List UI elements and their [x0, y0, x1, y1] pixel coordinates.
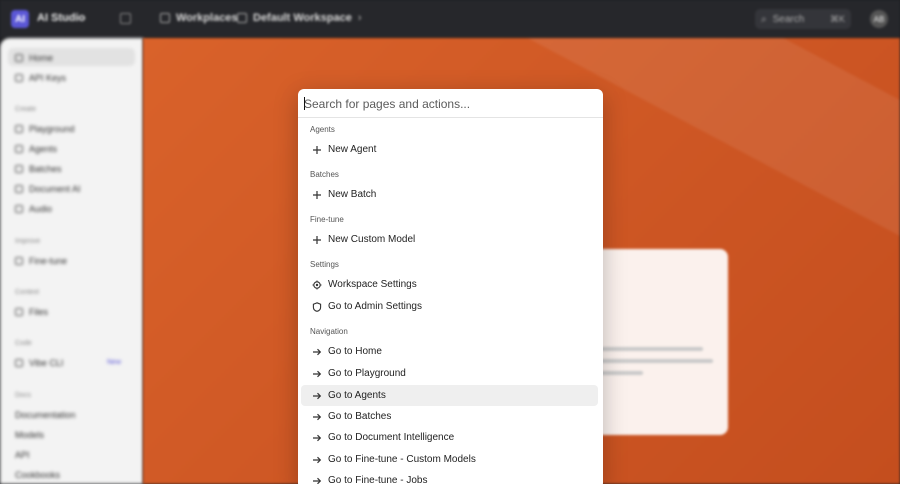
palette-item-go-document-intelligence[interactable]: Go to Document Intelligence — [301, 427, 598, 448]
document-icon — [15, 185, 23, 193]
workplaces-link[interactable]: Workplaces — [160, 12, 238, 24]
sidebar-item-home[interactable]: Home — [15, 53, 53, 63]
app-logo[interactable]: AI — [11, 10, 29, 28]
arrow-right-icon — [310, 453, 323, 466]
home-icon — [15, 54, 23, 62]
group-head-agents: Agents — [310, 125, 335, 134]
search-icon: ⌕ — [761, 13, 767, 25]
avatar[interactable]: AB — [870, 10, 888, 28]
audio-icon — [15, 205, 23, 213]
sidebar-item-models[interactable]: Models — [15, 430, 44, 440]
chevron-right-icon: › — [357, 12, 362, 24]
palette-search-bar — [298, 89, 603, 118]
command-palette: Agents New Agent Batches New Batch Fine-… — [298, 89, 603, 484]
group-head-batches: Batches — [310, 170, 339, 179]
sidebar-item-vibe-cli[interactable]: Vibe CLI — [15, 358, 63, 368]
sidebar-item-api-keys[interactable]: API Keys — [15, 73, 66, 83]
agent-icon — [15, 145, 23, 153]
shortcut-hint: ⌘K — [829, 13, 845, 24]
sidebar-item-document-ai[interactable]: Document AI — [15, 184, 81, 194]
palette-item-go-playground[interactable]: Go to Playground — [301, 363, 598, 384]
key-icon — [15, 74, 23, 82]
palette-item-go-fine-tune-jobs[interactable]: Go to Fine-tune - Jobs — [301, 470, 598, 484]
palette-item-new-agent[interactable]: New Agent — [301, 139, 598, 160]
new-badge: New — [107, 359, 122, 366]
sidebar-section-docs: Docs — [15, 392, 31, 399]
arrow-right-icon — [310, 367, 323, 380]
group-head-settings: Settings — [310, 260, 339, 269]
sidebar-section-code: Code — [15, 340, 32, 347]
palette-item-go-batches[interactable]: Go to Batches — [301, 406, 598, 427]
sidebar-item-documentation[interactable]: Documentation — [15, 410, 76, 420]
plus-icon — [310, 233, 323, 246]
sidebar-item-batches[interactable]: Batches — [15, 164, 62, 174]
chevron-down-icon[interactable]: ⌄ — [80, 12, 88, 23]
sidebar-item-playground[interactable]: Playground — [15, 124, 75, 134]
sidebar-section-improve: Improve — [15, 238, 41, 245]
sidebar-item-api[interactable]: API — [15, 450, 30, 460]
arrow-right-icon — [310, 431, 323, 444]
group-head-fine-tune: Fine-tune — [310, 215, 344, 224]
sidebar: Home API Keys Create Playground Agents B… — [0, 38, 143, 484]
playground-icon — [15, 125, 23, 133]
palette-item-go-home[interactable]: Go to Home — [301, 341, 598, 362]
terminal-icon — [15, 359, 23, 367]
group-head-navigation: Navigation — [310, 327, 348, 336]
sidebar-item-cookbooks[interactable]: Cookbooks — [15, 470, 60, 480]
top-bar: AI AI Studio ⌄ Workplaces Default Worksp… — [0, 0, 900, 38]
global-search-button[interactable]: ⌕ Search ⌘K — [755, 9, 851, 29]
brand-name[interactable]: AI Studio — [37, 12, 85, 24]
plus-icon — [310, 143, 323, 156]
grid-icon — [160, 13, 170, 23]
batch-icon — [15, 165, 23, 173]
arrow-right-icon — [310, 410, 323, 423]
sidebar-toggle-icon[interactable] — [120, 13, 131, 24]
workspace-icon — [237, 13, 247, 23]
sidebar-item-agents[interactable]: Agents — [15, 144, 57, 154]
palette-item-new-batch[interactable]: New Batch — [301, 184, 598, 205]
palette-item-go-fine-tune-models[interactable]: Go to Fine-tune - Custom Models — [301, 449, 598, 470]
arrow-right-icon — [310, 389, 323, 402]
arrow-right-icon — [310, 345, 323, 358]
sidebar-item-fine-tune[interactable]: Fine-tune — [15, 256, 67, 266]
sidebar-item-audio[interactable]: Audio — [15, 204, 52, 214]
tune-icon — [15, 257, 23, 265]
sidebar-section-context: Context — [15, 289, 40, 296]
shield-icon — [310, 300, 323, 313]
palette-item-new-custom-model[interactable]: New Custom Model — [301, 229, 598, 250]
sidebar-section-create: Create — [15, 106, 37, 113]
arrow-right-icon — [310, 474, 323, 484]
palette-item-go-agents[interactable]: Go to Agents — [301, 385, 598, 406]
palette-item-workspace-settings[interactable]: Workspace Settings — [301, 274, 598, 295]
sidebar-item-files[interactable]: Files — [15, 307, 48, 317]
workspace-selector[interactable]: Default Workspace › — [237, 12, 362, 24]
plus-icon — [310, 188, 323, 201]
gear-icon — [310, 278, 323, 291]
file-icon — [15, 308, 23, 316]
palette-search-input[interactable] — [304, 95, 594, 112]
palette-item-admin-settings[interactable]: Go to Admin Settings — [301, 296, 598, 317]
